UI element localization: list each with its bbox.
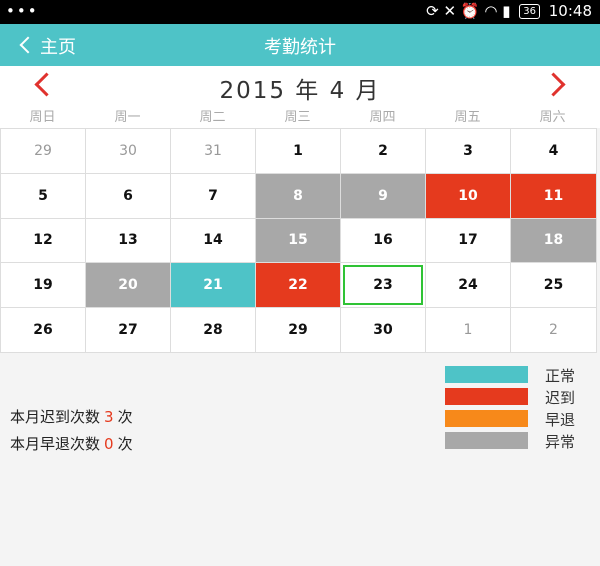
weekday-label: 周一 xyxy=(114,110,141,125)
calendar-day[interactable]: 19 xyxy=(1,263,86,309)
early-count-row: 本月早退次数 0 次 xyxy=(10,433,133,460)
calendar-day[interactable]: 13 xyxy=(86,218,171,264)
calendar-day[interactable]: 31 xyxy=(171,129,256,174)
late-count-label: 本月迟到次数 xyxy=(10,408,101,426)
battery-icon: 36 xyxy=(519,4,540,19)
weekday-label: 周六 xyxy=(539,110,566,125)
legend-label: 早退 xyxy=(545,411,576,429)
calendar-day[interactable]: 30 xyxy=(341,308,426,353)
weekday-header: 周日 周一 周二 周三 周四 周五 周六 xyxy=(0,104,600,128)
calendar-day[interactable]: 3 xyxy=(426,129,511,174)
calendar-day[interactable]: 18 xyxy=(511,218,597,264)
calendar-day[interactable]: 20 xyxy=(86,263,171,309)
wifi-icon: ◠ xyxy=(484,2,498,20)
legend-label: 异常 xyxy=(545,433,576,451)
legend-swatch xyxy=(445,388,528,405)
late-count-row: 本月迟到次数 3 次 xyxy=(10,406,133,433)
calendar-day[interactable]: 14 xyxy=(171,218,256,264)
calendar-day[interactable]: 29 xyxy=(256,308,341,353)
calendar-day[interactable]: 24 xyxy=(426,263,511,309)
status-bar: ••• ⟳ ✕ ⏰ ◠ ▮ 36 10:48 xyxy=(0,0,600,24)
calendar-day[interactable]: 26 xyxy=(1,308,86,353)
legend-swatch xyxy=(445,366,528,383)
weekday-label: 周三 xyxy=(284,110,311,125)
legend-label: 迟到 xyxy=(545,389,576,407)
calendar-day[interactable]: 25 xyxy=(511,263,597,309)
calendar-day[interactable]: 21 xyxy=(171,263,256,309)
month-navigator: 2015 年 4 月 xyxy=(0,66,600,104)
calendar-day-today[interactable]: 23 xyxy=(341,263,426,309)
early-count-label: 本月早退次数 xyxy=(10,435,101,453)
calendar-day[interactable]: 9 xyxy=(341,173,426,219)
sync-icon: ⟳ xyxy=(426,2,439,20)
calendar-day[interactable]: 1 xyxy=(426,308,511,353)
weekday-label: 周二 xyxy=(199,110,226,125)
calendar-grid: 29 30 31 1 2 3 4 5 6 7 8 9 10 11 12 13 14 15 16 17 18 19 20 21 2… xyxy=(0,128,597,353)
calendar-day[interactable]: 2 xyxy=(341,129,426,174)
calendar-day[interactable]: 6 xyxy=(86,173,171,219)
calendar-day[interactable]: 27 xyxy=(86,308,171,353)
calendar-day[interactable]: 22 xyxy=(256,263,341,309)
calendar-day[interactable]: 5 xyxy=(1,173,86,219)
legend-label: 正常 xyxy=(545,367,576,385)
calendar-day[interactable]: 30 xyxy=(86,129,171,174)
late-count-unit: 次 xyxy=(117,408,133,426)
calendar-day[interactable]: 12 xyxy=(1,218,86,264)
calendar-day[interactable]: 29 xyxy=(1,129,86,174)
monthly-stats: 本月迟到次数 3 次 本月早退次数 0 次 xyxy=(10,406,133,460)
calendar-day[interactable]: 11 xyxy=(511,173,597,219)
calendar-day[interactable]: 28 xyxy=(171,308,256,353)
legend-swatch xyxy=(445,432,528,449)
signal-icon: ▮ xyxy=(502,2,511,20)
page-title: 考勤统计 xyxy=(264,37,336,58)
month-title: 2015 年 4 月 xyxy=(219,78,381,104)
weekday-label: 周日 xyxy=(29,110,56,125)
clock: 10:48 xyxy=(548,2,592,20)
calendar-day[interactable]: 15 xyxy=(256,218,341,264)
status-icons: ⟳ ✕ ⏰ ◠ ▮ 36 10:48 xyxy=(426,2,592,20)
calendar-day[interactable]: 10 xyxy=(426,173,511,219)
calendar-day[interactable]: 16 xyxy=(341,218,426,264)
early-count-value: 0 xyxy=(104,435,114,453)
weekday-label: 周四 xyxy=(369,110,396,125)
legend-swatch xyxy=(445,410,528,427)
early-count-unit: 次 xyxy=(117,435,133,453)
calendar-day[interactable]: 7 xyxy=(171,173,256,219)
notification-dots: ••• xyxy=(6,2,39,20)
calendar-day[interactable]: 17 xyxy=(426,218,511,264)
alarm-icon: ⏰ xyxy=(460,2,480,20)
calendar-day[interactable]: 1 xyxy=(256,129,341,174)
nav-bar: 主页 考勤统计 xyxy=(0,24,600,66)
mute-icon: ✕ xyxy=(443,2,457,20)
calendar-day[interactable]: 2 xyxy=(511,308,597,353)
weekday-label: 周五 xyxy=(454,110,481,125)
late-count-value: 3 xyxy=(104,408,114,426)
calendar-day[interactable]: 4 xyxy=(511,129,597,174)
calendar-day[interactable]: 8 xyxy=(256,173,341,219)
